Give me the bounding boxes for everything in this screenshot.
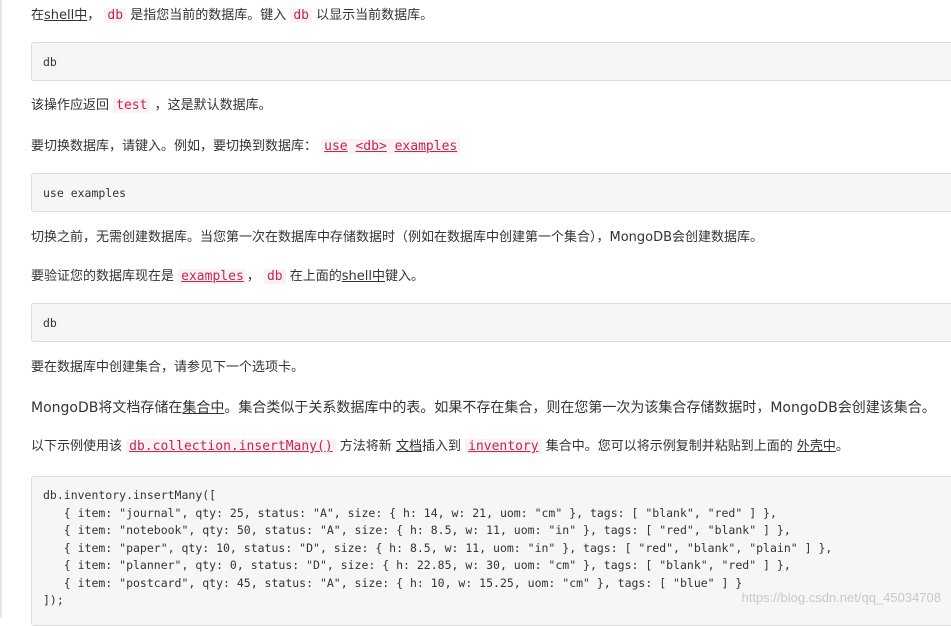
para-see-next-tab: 要在数据库中创建集合，请参见下一个选项卡。 bbox=[31, 360, 305, 375]
code-line: { item: "notebook", qty: 50, status: "A"… bbox=[43, 523, 791, 537]
para-switch-db: 要切换数据库，请键入。例如，要切换到数据库： use <db> examples bbox=[31, 137, 461, 157]
code-line: { item: "paper", qty: 10, status: "D", s… bbox=[43, 540, 833, 555]
code-line: db.inventory.insertMany([ bbox=[43, 488, 217, 502]
inline-code-examples: examples bbox=[178, 269, 247, 284]
shell-link[interactable]: shell中 bbox=[44, 8, 87, 23]
para-returns-test: 该操作应返回 test ，这是默认数据库。 bbox=[31, 98, 272, 113]
inline-code-use: use <db> examples bbox=[321, 139, 461, 154]
shell-link[interactable]: shell中 bbox=[342, 269, 385, 284]
collection-link[interactable]: 集合中 bbox=[182, 400, 224, 416]
para-no-create-needed: 切换之前，无需创建数据库。当您第一次在数据库中存储数据时（例如在数据库中创建第一… bbox=[31, 230, 764, 245]
para-verify-db: 要验证您的数据库现在是 examples， db 在上面的shell中键入。 bbox=[31, 269, 424, 284]
code-line: { item: "postcard", qty: 45, status: "A"… bbox=[43, 575, 743, 590]
code-line: { item: "journal", qty: 25, status: "A",… bbox=[43, 505, 777, 520]
para-collections: MongoDB将文档存储在集合中。集合类似于关系数据库中的表。如果不存在集合，则… bbox=[31, 400, 936, 416]
code-line: ]); bbox=[43, 593, 64, 607]
shell-link[interactable]: 外壳中 bbox=[797, 439, 836, 454]
document-link[interactable]: 文档 bbox=[396, 439, 422, 454]
inline-code-db: db bbox=[290, 8, 313, 23]
code-line: { item: "planner", qty: 0, status: "D", … bbox=[43, 558, 791, 572]
code-block-db-verify[interactable]: db bbox=[31, 303, 951, 342]
inline-code-inventory[interactable]: inventory bbox=[465, 439, 542, 454]
inline-code-insertmany[interactable]: db.collection.insertMany() bbox=[126, 439, 336, 454]
watermark: https://blog.csdn.net/qq_45034708 bbox=[741, 590, 942, 605]
inline-code-test: test bbox=[113, 98, 151, 113]
inline-code-db: db bbox=[104, 8, 127, 23]
code-block-db[interactable]: db bbox=[31, 42, 951, 81]
code-block-use-examples[interactable]: use examples bbox=[31, 173, 951, 212]
left-border bbox=[0, 0, 2, 618]
para-insertmany-example: 以下示例使用该 db.collection.insertMany() 方法将新 … bbox=[31, 439, 849, 454]
inline-code-db: db bbox=[263, 269, 286, 284]
para-db-intro: 在shell中， db 是指您当前的数据库。键入 db 以显示当前数据库。 bbox=[31, 8, 434, 23]
